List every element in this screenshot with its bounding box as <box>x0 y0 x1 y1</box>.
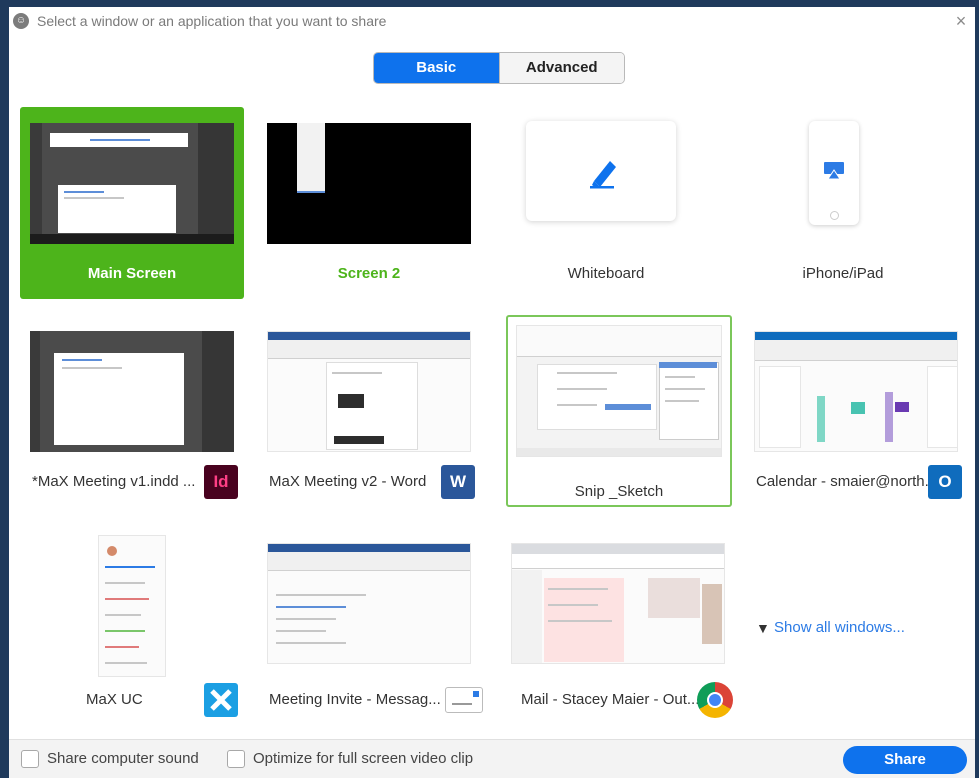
tab-basic[interactable]: Basic <box>374 53 499 83</box>
screen-2-thumbnail <box>267 123 471 244</box>
tab-advanced[interactable]: Advanced <box>498 53 624 83</box>
share-button[interactable]: Share <box>843 746 967 774</box>
iphone-ipad-thumbnail <box>809 121 859 225</box>
airplay-icon <box>824 162 844 180</box>
screen-2-label: Screen 2 <box>337 265 401 282</box>
zoom-app-icon: ☺ <box>13 13 29 29</box>
share-computer-sound-label: Share computer sound <box>47 750 199 767</box>
optimize-video-label: Optimize for full screen video clip <box>253 750 474 767</box>
max-uc-label: MaX UC <box>86 691 143 708</box>
title-bar: ☺ Select a window or an application that… <box>9 7 975 37</box>
share-option-calendar[interactable]: Calendar - smaier@north... O <box>744 315 968 507</box>
footer-bar: Share computer sound Optimize for full s… <box>9 739 975 778</box>
show-all-windows-link[interactable]: ▼ Show all windows... <box>756 619 905 636</box>
expand-icon: ▼ <box>756 620 770 636</box>
share-option-screen-2[interactable]: Screen 2 <box>257 107 481 299</box>
main-screen-label: Main Screen <box>87 265 177 282</box>
indesign-label: *MaX Meeting v1.indd ... <box>32 473 196 490</box>
mail-thumbnail <box>511 543 725 664</box>
word-icon: W <box>441 465 475 499</box>
snip-sketch-thumbnail <box>516 325 722 457</box>
meeting-invite-label: Meeting Invite - Messag... <box>269 691 441 708</box>
calendar-thumbnail <box>754 331 958 452</box>
share-option-meeting-invite[interactable]: Meeting Invite - Messag... <box>257 523 483 715</box>
share-screen-dialog: ☺ Select a window or an application that… <box>9 7 975 778</box>
word-label: MaX Meeting v2 - Word <box>269 473 427 490</box>
calendar-label: Calendar - smaier@north... <box>756 473 938 490</box>
max-uc-icon <box>204 683 238 717</box>
share-option-max-uc[interactable]: MaX UC <box>20 523 244 717</box>
word-thumbnail <box>267 331 471 452</box>
dialog-title: Select a window or an application that y… <box>37 13 387 29</box>
share-option-snip-sketch[interactable]: Snip _Sketch <box>506 315 732 507</box>
mode-tabs: Basic Advanced <box>373 52 625 84</box>
close-button[interactable]: × <box>949 9 973 33</box>
share-option-indesign[interactable]: *MaX Meeting v1.indd ... Id <box>20 315 244 507</box>
share-option-word[interactable]: MaX Meeting v2 - Word W <box>257 315 481 507</box>
share-option-iphone-ipad[interactable]: iPhone/iPad <box>731 107 955 299</box>
chrome-icon <box>697 682 733 718</box>
whiteboard-thumbnail <box>526 121 676 221</box>
outlook-icon: O <box>928 465 962 499</box>
whiteboard-label: Whiteboard <box>567 265 645 282</box>
max-uc-thumbnail <box>98 535 166 677</box>
indesign-icon: Id <box>204 465 238 499</box>
meeting-invite-thumbnail <box>267 543 471 664</box>
main-screen-thumbnail <box>30 123 234 244</box>
show-all-windows-label: Show all windows... <box>774 619 905 636</box>
share-option-whiteboard[interactable]: Whiteboard <box>494 107 718 299</box>
optimize-video-checkbox[interactable] <box>227 750 245 768</box>
message-icon <box>445 687 483 713</box>
snip-sketch-label: Snip _Sketch <box>574 483 664 500</box>
share-option-mail[interactable]: Mail - Stacey Maier - Out... <box>501 523 733 718</box>
iphone-ipad-label: iPhone/iPad <box>802 265 884 282</box>
share-computer-sound-checkbox[interactable] <box>21 750 39 768</box>
indesign-thumbnail <box>30 331 234 452</box>
mail-label: Mail - Stacey Maier - Out... <box>521 691 700 708</box>
share-option-main-screen[interactable]: Main Screen <box>20 107 244 299</box>
home-button-icon <box>830 211 839 220</box>
pen-icon <box>590 161 616 189</box>
